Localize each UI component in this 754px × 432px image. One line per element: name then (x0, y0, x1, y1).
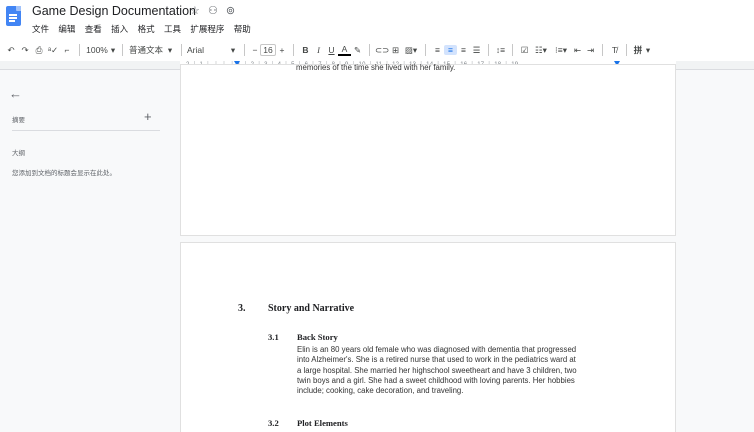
bold-icon[interactable]: B (299, 45, 312, 55)
docs-app: Game Design Documentation ☆ ⚇ ⊚ 文件 编辑 查看… (0, 0, 754, 432)
star-icon[interactable]: ☆ (190, 5, 200, 17)
menu-format[interactable]: 格式 (138, 24, 155, 34)
title-icons: ☆ ⚇ ⊚ (190, 4, 240, 17)
back-story-paragraph: Elin is an 80 years old female who was d… (297, 345, 622, 396)
chevron-down-icon[interactable]: ▾ (644, 45, 652, 56)
toolbar-divider (369, 44, 370, 56)
toolbar-divider (425, 44, 426, 56)
toolbar-divider (602, 44, 603, 56)
summary-label: 摘要 (12, 117, 25, 124)
highlight-icon[interactable]: ✎ (351, 45, 364, 56)
insert-link-icon[interactable]: ⊂⊃ (375, 45, 389, 56)
document-title[interactable]: Game Design Documentation (32, 4, 196, 18)
style-select[interactable]: 普通文本 (128, 44, 164, 56)
subsection-number: 3.1 (268, 332, 279, 342)
toolbar-divider (626, 44, 627, 56)
chevron-down-icon[interactable]: ▾ (164, 45, 176, 56)
outline-hint: 您添加到文档的标题会显示在此处。 (12, 170, 116, 177)
text-color-icon[interactable]: A (338, 44, 351, 56)
toolbar-divider (244, 44, 245, 56)
increase-indent-icon[interactable]: ⇥ (584, 45, 597, 56)
spellcheck-icon[interactable]: ᵃ✓ (46, 45, 60, 56)
chevron-down-icon[interactable]: ▾ (227, 45, 239, 56)
align-justify-icon[interactable]: ☰ (470, 45, 483, 56)
toolbar-divider (122, 44, 123, 56)
toolbar-divider (181, 44, 182, 56)
sidebar-divider (12, 130, 160, 131)
paragraph-line: include; cooking, cake decoration, and t… (297, 386, 464, 396)
paragraph-line: a large hospital. She married her highsc… (297, 365, 577, 375)
checklist-icon[interactable]: ☑ (518, 45, 531, 56)
menu-edit[interactable]: 编辑 (58, 24, 75, 34)
font-size-input[interactable]: 16 (260, 44, 276, 56)
add-comment-icon[interactable]: ⊞ (389, 45, 402, 56)
decrease-font-size-button[interactable]: − (250, 45, 260, 55)
menu-view[interactable]: 查看 (85, 24, 102, 34)
paragraph-line: into Alzheimer's. She is a retired nurse… (297, 355, 576, 365)
print-icon[interactable]: ⎙ (32, 45, 46, 56)
underline-icon[interactable]: U (325, 45, 338, 55)
align-left-icon[interactable]: ≡ (431, 45, 444, 55)
paragraph-line: Elin is an 80 years old female who was d… (297, 345, 577, 354)
italic-icon[interactable]: I (312, 45, 325, 55)
document-canvas: ← 摘要 + 大纲 您添加到文档的标题会显示在此处。 memories of t… (0, 63, 754, 432)
toolbar-divider (512, 44, 513, 56)
undo-icon[interactable]: ↶ (4, 45, 18, 56)
align-right-icon[interactable]: ≡ (457, 45, 470, 55)
clear-formatting-icon[interactable]: T̸ (608, 45, 621, 55)
menu-help[interactable]: 帮助 (234, 24, 251, 34)
subsection-heading: Back Story (297, 332, 338, 342)
paragraph-line: twin boys and a girl. She had a sweet ch… (297, 375, 575, 385)
outline-label: 大纲 (12, 150, 25, 157)
section-number: 3. (238, 303, 246, 314)
toolbar-divider (79, 44, 80, 56)
paint-format-icon[interactable]: ⌐ (60, 45, 74, 55)
toolbar-divider (488, 44, 489, 56)
numbered-list-icon[interactable]: ⁝≡▾ (551, 45, 571, 56)
menu-extensions[interactable]: 扩展程序 (190, 24, 224, 34)
add-summary-icon[interactable]: + (144, 109, 152, 124)
subsection-heading: Plot Elements (297, 418, 348, 428)
back-arrow-icon[interactable]: ← (9, 86, 22, 101)
menu-bar: 文件 编辑 查看 插入 格式 工具 扩展程序 帮助 (32, 23, 258, 35)
document-page[interactable]: 3. Story and Narrative 3.1 Back Story El… (180, 242, 676, 432)
line-spacing-icon[interactable]: ↕≡ (494, 45, 507, 55)
align-center-icon[interactable]: ≡ (444, 45, 457, 55)
menu-insert[interactable]: 插入 (111, 24, 128, 34)
increase-font-size-button[interactable]: + (276, 45, 288, 55)
move-to-folder-icon[interactable]: ⚇ (208, 5, 218, 17)
zoom-select[interactable]: 100% (85, 45, 109, 55)
title-bar: Game Design Documentation ☆ ⚇ ⊚ 文件 编辑 查看… (0, 0, 754, 38)
redo-icon[interactable]: ↷ (18, 45, 32, 56)
chevron-down-icon[interactable]: ▾ (109, 45, 117, 56)
menu-tools[interactable]: 工具 (164, 24, 181, 34)
decrease-indent-icon[interactable]: ⇤ (571, 45, 584, 56)
cloud-status-icon[interactable]: ⊚ (226, 5, 235, 17)
insert-image-icon[interactable]: ▨▾ (402, 45, 420, 56)
docs-logo-icon[interactable] (6, 6, 21, 26)
input-tools-button[interactable]: 拼 (632, 44, 644, 56)
font-select[interactable]: Arial (187, 45, 227, 55)
menu-file[interactable]: 文件 (32, 24, 49, 34)
toolbar-divider (293, 44, 294, 56)
bulleted-list-icon[interactable]: ☷▾ (531, 45, 551, 56)
section-heading: Story and Narrative (268, 303, 355, 314)
document-page[interactable]: memories of the time she lived with her … (180, 63, 676, 236)
toolbar: ↶ ↷ ⎙ ᵃ✓ ⌐ 100% ▾ 普通文本 ▾ Arial ▾ − 16 + … (0, 40, 754, 60)
paragraph-line: memories of the time she lived with her … (296, 63, 456, 72)
subsection-number: 3.2 (268, 418, 279, 428)
